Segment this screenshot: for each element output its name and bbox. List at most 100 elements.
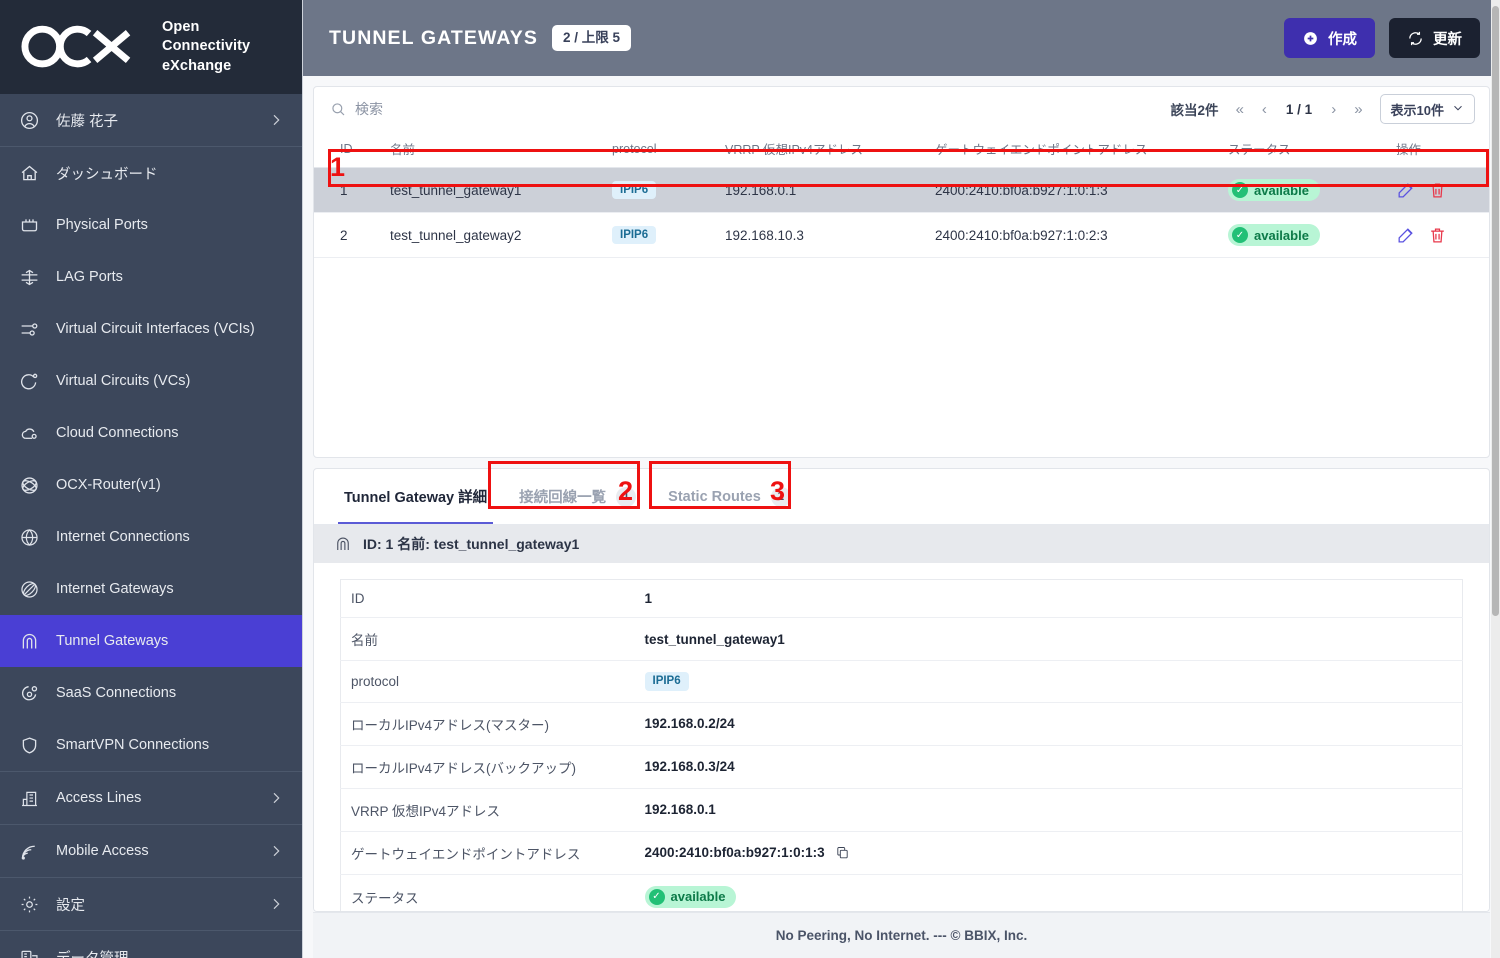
detail-key: protocol	[341, 661, 635, 703]
sidebar-item-tunnel-gateways[interactable]: Tunnel Gateways	[0, 615, 302, 667]
cell-name: test_tunnel_gateway2	[384, 213, 606, 258]
detail-header: ID: 1 名前: test_tunnel_gateway1	[314, 525, 1489, 563]
last-page-button[interactable]: »	[1347, 99, 1369, 120]
sidebar-item-label: データ管理	[56, 947, 284, 958]
sidebar-item-ocx-router[interactable]: OCX-Router(v1)	[0, 459, 302, 511]
cell-vrrp: 192.168.10.3	[719, 213, 929, 258]
trash-icon[interactable]	[1428, 181, 1447, 200]
search-box[interactable]	[330, 101, 585, 117]
trash-icon[interactable]	[1428, 226, 1447, 245]
cell-operations	[1390, 168, 1490, 213]
page-indicator: 1 / 1	[1278, 102, 1320, 117]
detail-row-status: ステータス ✓ available	[341, 874, 1463, 911]
cell-protocol: IPIP6	[606, 213, 719, 258]
sidebar-item-data-management[interactable]: データ管理	[0, 931, 302, 958]
sidebar-item-label: ダッシュボード	[56, 163, 284, 184]
sidebar-item-internet-connections[interactable]: Internet Connections	[0, 511, 302, 563]
detail-row-gateway-endpoint: ゲートウェイエンドポイントアドレス 2400:2410:bf0a:b927:1:…	[341, 831, 1463, 874]
per-page-select[interactable]: 表示10件	[1380, 94, 1475, 124]
search-input[interactable]	[355, 101, 585, 117]
tab-connected-lines[interactable]: 接続回線一覧 1	[503, 469, 652, 524]
cell-status: ✓ available	[1222, 213, 1390, 258]
table-toolbar: 該当2件 « ‹ 1 / 1 › » 表示10件	[314, 87, 1489, 131]
sidebar-item-vcs[interactable]: Virtual Circuits (VCs)	[0, 355, 302, 407]
gateway-globe-icon	[18, 578, 40, 600]
create-button[interactable]: 作成	[1284, 18, 1375, 58]
tab-count-badge: 1	[616, 487, 636, 507]
chevron-right-icon	[268, 112, 284, 128]
signal-icon	[18, 840, 40, 862]
refresh-icon	[1407, 30, 1424, 47]
tab-label: Static Routes	[668, 489, 761, 505]
sidebar-item-label: LAG Ports	[56, 269, 284, 285]
scrollbar-thumb[interactable]	[1492, 6, 1499, 616]
table-header-row: ID 名前 protocol VRRP 仮想IPv4アドレス ゲートウェイエンド…	[314, 131, 1490, 168]
copy-icon[interactable]	[835, 845, 850, 860]
sidebar-item-smartvpn-connections[interactable]: SmartVPN Connections	[0, 719, 302, 771]
cell-name: test_tunnel_gateway1	[384, 168, 606, 213]
detail-key: ゲートウェイエンドポイントアドレス	[341, 831, 635, 874]
sidebar-item-access-lines[interactable]: Access Lines	[0, 772, 302, 824]
check-icon: ✓	[649, 889, 665, 905]
page-scrollbar[interactable]	[1491, 0, 1500, 958]
edit-icon[interactable]	[1396, 181, 1415, 200]
detail-row-name: 名前 test_tunnel_gateway1	[341, 618, 1463, 661]
brand-header: Open Connectivity eXchange	[0, 0, 302, 94]
table-row[interactable]: 1 test_tunnel_gateway1 IPIP6 192.168.0.1…	[314, 168, 1490, 213]
sidebar-item-saas-connections[interactable]: SaaS Connections	[0, 667, 302, 719]
database-icon	[18, 946, 40, 958]
page-footer: No Peering, No Internet. --- © BBIX, Inc…	[313, 912, 1490, 958]
detail-value: 192.168.0.3/24	[635, 745, 1463, 788]
tab-label: 接続回線一覧	[519, 486, 606, 507]
prev-page-button[interactable]: ‹	[1255, 99, 1274, 120]
sidebar: Open Connectivity eXchange 佐藤 花子	[0, 0, 302, 958]
tab-static-routes[interactable]: Static Routes 1	[652, 469, 807, 524]
cell-vrrp: 192.168.0.1	[719, 168, 929, 213]
sidebar-item-dashboard[interactable]: ダッシュボード	[0, 147, 302, 199]
result-count: 該当2件	[1171, 99, 1219, 119]
sidebar-item-cloud-connections[interactable]: Cloud Connections	[0, 407, 302, 459]
col-status: ステータス	[1222, 131, 1390, 168]
col-protocol: protocol	[606, 131, 719, 168]
detail-value: ✓ available	[635, 874, 1463, 911]
detail-value-wrapper: 2400:2410:bf0a:b927:1:0:1:3	[635, 831, 1463, 874]
sidebar-item-physical-ports[interactable]: Physical Ports	[0, 199, 302, 251]
ethernet-port-icon	[18, 214, 40, 236]
main-content: TUNNEL GATEWAYS 2 / 上限 5 作成 更新	[302, 0, 1500, 958]
refresh-button[interactable]: 更新	[1389, 18, 1480, 58]
edit-icon[interactable]	[1396, 226, 1415, 245]
search-icon	[330, 101, 346, 117]
detail-header-text: ID: 1 名前: test_tunnel_gateway1	[363, 534, 579, 554]
gear-icon	[18, 893, 40, 915]
detail-key: ローカルIPv4アドレス(マスター)	[341, 702, 635, 745]
status-badge: ✓ available	[645, 886, 737, 908]
cloud-icon	[18, 422, 40, 444]
row-actions	[1396, 181, 1484, 200]
sidebar-item-mobile-access[interactable]: Mobile Access	[0, 825, 302, 877]
lag-icon	[18, 266, 40, 288]
col-operations: 操作	[1390, 131, 1490, 168]
sidebar-item-vcis[interactable]: Virtual Circuit Interfaces (VCIs)	[0, 303, 302, 355]
table-row[interactable]: 2 test_tunnel_gateway2 IPIP6 192.168.10.…	[314, 213, 1490, 258]
detail-table-body: ID 1 名前 test_tunnel_gateway1 protocol IP…	[341, 580, 1463, 912]
sliders-icon	[18, 318, 40, 340]
plus-circle-icon	[1302, 30, 1319, 47]
saas-icon	[18, 682, 40, 704]
globe-icon	[18, 526, 40, 548]
detail-row-vrrp: VRRP 仮想IPv4アドレス 192.168.0.1	[341, 788, 1463, 831]
detail-key: ID	[341, 580, 635, 618]
first-page-button[interactable]: «	[1229, 99, 1251, 120]
protocol-chip: IPIP6	[612, 181, 656, 200]
tab-gateway-detail[interactable]: Tunnel Gateway 詳細	[328, 469, 503, 524]
sidebar-item-internet-gateways[interactable]: Internet Gateways	[0, 563, 302, 615]
cell-operations	[1390, 213, 1490, 258]
sidebar-item-lag-ports[interactable]: LAG Ports	[0, 251, 302, 303]
chevron-right-icon	[268, 790, 284, 806]
app-root: Open Connectivity eXchange 佐藤 花子	[0, 0, 1500, 958]
col-id: ID	[314, 131, 384, 168]
status-label: available	[1254, 183, 1309, 198]
next-page-button[interactable]: ›	[1324, 99, 1343, 120]
sidebar-item-user[interactable]: 佐藤 花子	[0, 94, 302, 146]
sidebar-item-settings[interactable]: 設定	[0, 878, 302, 930]
shield-icon	[18, 734, 40, 756]
